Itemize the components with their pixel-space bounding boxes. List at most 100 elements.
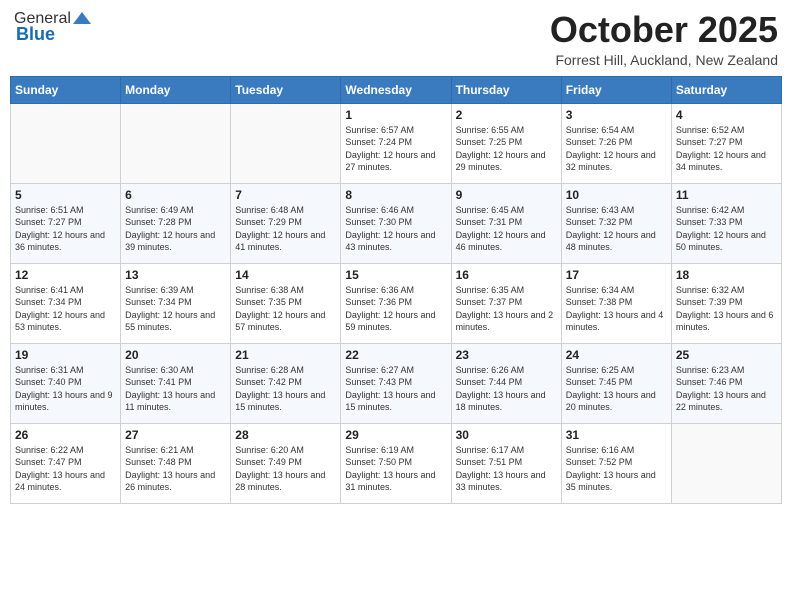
day-number: 7 [235,188,336,202]
calendar-day-cell: 18 Sunrise: 6:32 AM Sunset: 7:39 PM Dayli… [671,263,781,343]
calendar-week-row: 19 Sunrise: 6:31 AM Sunset: 7:40 PM Dayli… [11,343,782,423]
day-number: 29 [345,428,446,442]
day-number: 16 [456,268,557,282]
calendar-header-row: SundayMondayTuesdayWednesdayThursdayFrid… [11,76,782,103]
day-info: Sunrise: 6:30 AM Sunset: 7:41 PM Dayligh… [125,364,226,414]
calendar-day-cell: 15Sunrise: 6:36 AM Sunset: 7:36 PM Dayli… [341,263,451,343]
weekday-header: Thursday [451,76,561,103]
logo-triangle-icon [73,12,91,24]
day-info: Sunrise: 6:21 AM Sunset: 7:48 PM Dayligh… [125,444,226,494]
logo-blue-text: Blue [16,24,55,45]
day-number: 27 [125,428,226,442]
day-number: 30 [456,428,557,442]
calendar-day-cell: 5 Sunrise: 6:51 AM Sunset: 7:27 PM Daylig… [11,183,121,263]
calendar-week-row: 5 Sunrise: 6:51 AM Sunset: 7:27 PM Daylig… [11,183,782,263]
day-number: 3 [566,108,667,122]
day-number: 17 [566,268,667,282]
day-number: 4 [676,108,777,122]
calendar-day-cell [11,103,121,183]
day-number: 31 [566,428,667,442]
day-info: Sunrise: 6:17 AM Sunset: 7:51 PM Dayligh… [456,444,557,494]
month-title: October 2025 [550,10,778,50]
calendar-day-cell: 27 Sunrise: 6:21 AM Sunset: 7:48 PM Dayli… [121,423,231,503]
day-info: Sunrise: 6:54 AM Sunset: 7:26 PM Dayligh… [566,124,667,174]
weekday-header: Friday [561,76,671,103]
calendar-day-cell: 6 Sunrise: 6:49 AM Sunset: 7:28 PM Daylig… [121,183,231,263]
calendar-day-cell [671,423,781,503]
calendar-day-cell: 20 Sunrise: 6:30 AM Sunset: 7:41 PM Dayli… [121,343,231,423]
day-number: 20 [125,348,226,362]
day-info: Sunrise: 6:51 AM Sunset: 7:27 PM Dayligh… [15,204,116,254]
day-info: Sunrise: 6:55 AM Sunset: 7:25 PM Dayligh… [456,124,557,174]
weekday-header: Tuesday [231,76,341,103]
day-number: 11 [676,188,777,202]
day-number: 21 [235,348,336,362]
calendar-week-row: 12Sunrise: 6:41 AM Sunset: 7:34 PM Dayli… [11,263,782,343]
calendar-day-cell: 29 Sunrise: 6:19 AM Sunset: 7:50 PM Dayli… [341,423,451,503]
day-info: Sunrise: 6:22 AM Sunset: 7:47 PM Dayligh… [15,444,116,494]
day-number: 5 [15,188,116,202]
day-info: Sunrise: 6:34 AM Sunset: 7:38 PM Dayligh… [566,284,667,334]
calendar-day-cell: 24 Sunrise: 6:25 AM Sunset: 7:45 PM Dayli… [561,343,671,423]
calendar-day-cell [231,103,341,183]
day-number: 2 [456,108,557,122]
calendar-day-cell: 13 Sunrise: 6:39 AM Sunset: 7:34 PM Dayli… [121,263,231,343]
day-number: 14 [235,268,336,282]
day-info: Sunrise: 6:41 AM Sunset: 7:34 PM Dayligh… [15,284,116,334]
day-number: 19 [15,348,116,362]
day-number: 24 [566,348,667,362]
day-number: 18 [676,268,777,282]
title-block: October 2025 Forrest Hill, Auckland, New… [550,10,778,68]
calendar-day-cell: 8 Sunrise: 6:46 AM Sunset: 7:30 PM Daylig… [341,183,451,263]
calendar-day-cell: 2 Sunrise: 6:55 AM Sunset: 7:25 PM Daylig… [451,103,561,183]
day-info: Sunrise: 6:38 AM Sunset: 7:35 PM Dayligh… [235,284,336,334]
day-info: Sunrise: 6:39 AM Sunset: 7:34 PM Dayligh… [125,284,226,334]
day-info: Sunrise: 6:52 AM Sunset: 7:27 PM Dayligh… [676,124,777,174]
calendar-day-cell: 28 Sunrise: 6:20 AM Sunset: 7:49 PM Dayli… [231,423,341,503]
calendar-day-cell: 14 Sunrise: 6:38 AM Sunset: 7:35 PM Dayli… [231,263,341,343]
weekday-header: Wednesday [341,76,451,103]
calendar-table: SundayMondayTuesdayWednesdayThursdayFrid… [10,76,782,504]
calendar-day-cell: 1 Sunrise: 6:57 AM Sunset: 7:24 PM Daylig… [341,103,451,183]
day-info: Sunrise: 6:19 AM Sunset: 7:50 PM Dayligh… [345,444,446,494]
day-number: 23 [456,348,557,362]
calendar-day-cell: 7 Sunrise: 6:48 AM Sunset: 7:29 PM Daylig… [231,183,341,263]
day-number: 1 [345,108,446,122]
calendar-day-cell: 17 Sunrise: 6:34 AM Sunset: 7:38 PM Dayli… [561,263,671,343]
calendar-day-cell: 23 Sunrise: 6:26 AM Sunset: 7:44 PM Dayli… [451,343,561,423]
day-info: Sunrise: 6:32 AM Sunset: 7:39 PM Dayligh… [676,284,777,334]
location-text: Forrest Hill, Auckland, New Zealand [550,52,778,68]
day-number: 26 [15,428,116,442]
day-number: 6 [125,188,226,202]
calendar-day-cell: 9Sunrise: 6:45 AM Sunset: 7:31 PM Daylig… [451,183,561,263]
day-info: Sunrise: 6:57 AM Sunset: 7:24 PM Dayligh… [345,124,446,174]
day-info: Sunrise: 6:48 AM Sunset: 7:29 PM Dayligh… [235,204,336,254]
logo: General Blue [14,10,91,45]
calendar-day-cell [121,103,231,183]
day-info: Sunrise: 6:20 AM Sunset: 7:49 PM Dayligh… [235,444,336,494]
day-info: Sunrise: 6:42 AM Sunset: 7:33 PM Dayligh… [676,204,777,254]
day-number: 22 [345,348,446,362]
calendar-day-cell: 22Sunrise: 6:27 AM Sunset: 7:43 PM Dayli… [341,343,451,423]
weekday-header: Monday [121,76,231,103]
day-number: 25 [676,348,777,362]
day-info: Sunrise: 6:46 AM Sunset: 7:30 PM Dayligh… [345,204,446,254]
weekday-header: Sunday [11,76,121,103]
calendar-day-cell: 25Sunrise: 6:23 AM Sunset: 7:46 PM Dayli… [671,343,781,423]
day-info: Sunrise: 6:35 AM Sunset: 7:37 PM Dayligh… [456,284,557,334]
calendar-day-cell: 3 Sunrise: 6:54 AM Sunset: 7:26 PM Daylig… [561,103,671,183]
day-number: 28 [235,428,336,442]
calendar-day-cell: 26 Sunrise: 6:22 AM Sunset: 7:47 PM Dayli… [11,423,121,503]
day-info: Sunrise: 6:25 AM Sunset: 7:45 PM Dayligh… [566,364,667,414]
day-number: 13 [125,268,226,282]
day-info: Sunrise: 6:36 AM Sunset: 7:36 PM Dayligh… [345,284,446,334]
calendar-week-row: 26 Sunrise: 6:22 AM Sunset: 7:47 PM Dayli… [11,423,782,503]
calendar-day-cell: 21Sunrise: 6:28 AM Sunset: 7:42 PM Dayli… [231,343,341,423]
day-info: Sunrise: 6:45 AM Sunset: 7:31 PM Dayligh… [456,204,557,254]
calendar-day-cell: 11 Sunrise: 6:42 AM Sunset: 7:33 PM Dayli… [671,183,781,263]
day-info: Sunrise: 6:31 AM Sunset: 7:40 PM Dayligh… [15,364,116,414]
day-info: Sunrise: 6:49 AM Sunset: 7:28 PM Dayligh… [125,204,226,254]
calendar-day-cell: 30 Sunrise: 6:17 AM Sunset: 7:51 PM Dayli… [451,423,561,503]
day-number: 8 [345,188,446,202]
day-info: Sunrise: 6:26 AM Sunset: 7:44 PM Dayligh… [456,364,557,414]
